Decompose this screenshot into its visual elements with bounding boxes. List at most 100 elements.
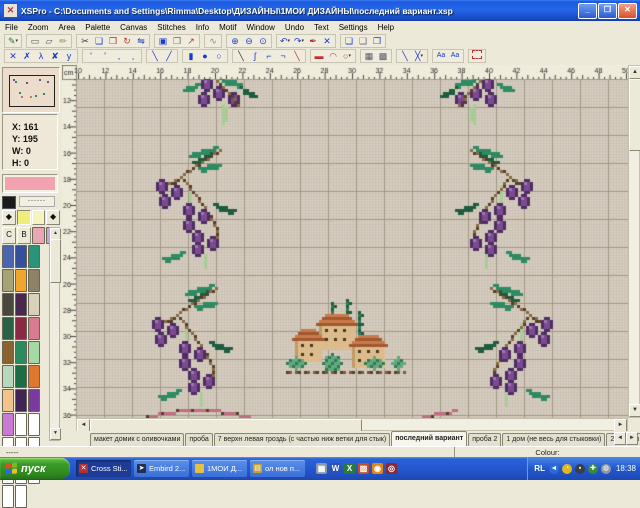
vertical-scrollbar[interactable]: ▲ ▼ — [628, 65, 640, 418]
current-color-swatch[interactable] — [5, 177, 55, 190]
pattern-motif-tool[interactable]: ▩ — [376, 50, 390, 62]
colour-mode-button[interactable]: C — [2, 227, 16, 244]
vertical-scroll-thumb[interactable] — [629, 79, 640, 151]
blend-diamond-1-button[interactable]: ◆ — [2, 210, 16, 225]
update-tray-icon[interactable]: ✚ — [588, 464, 598, 474]
pattern-tab-5[interactable]: 1 дом (не весь для стыковки) — [502, 433, 605, 446]
backstitch-right-tool[interactable]: ╱ — [162, 50, 176, 62]
blend-yellow-button[interactable] — [17, 210, 31, 225]
undo-tool[interactable]: ↶▾ — [278, 35, 292, 47]
blend-mode-button[interactable]: B — [17, 227, 31, 244]
export-page-tool[interactable]: ❐ — [370, 35, 384, 47]
palette-swatch-7[interactable] — [15, 293, 27, 316]
palette-swatch-9[interactable] — [2, 317, 14, 340]
palette-swatch-10[interactable] — [15, 317, 27, 340]
palette-swatch-17[interactable] — [28, 365, 40, 388]
quarter-br-tool[interactable]: ‚ — [126, 50, 140, 62]
close-button[interactable]: ✕ — [618, 3, 637, 19]
app-tray-icon[interactable]: ▪ — [575, 464, 585, 474]
bead-line-tool[interactable]: ▬ — [312, 50, 326, 62]
zoom-in-tool[interactable]: ⊕ — [228, 35, 242, 47]
menu-area[interactable]: Area — [53, 23, 80, 32]
palette-swatch-6[interactable] — [2, 293, 14, 316]
copy-page-tool[interactable]: ❏ — [342, 35, 356, 47]
navigator-preview[interactable] — [2, 67, 60, 113]
menu-text[interactable]: Text — [309, 23, 334, 32]
minimize-button[interactable]: _ — [578, 3, 597, 19]
volume-tray-icon[interactable]: ◍ — [601, 464, 611, 474]
palette-scroll-down-button[interactable]: ▼ — [50, 428, 61, 440]
excel-icon[interactable]: X — [344, 463, 355, 474]
copy-motif-tool[interactable]: ❏ — [92, 35, 106, 47]
backstitch-left-tool[interactable]: ╲ — [148, 50, 162, 62]
taskbar-task-1[interactable]: ➤Embird 2... — [134, 460, 189, 477]
menu-undo[interactable]: Undo — [280, 23, 309, 32]
palette-swatch-31[interactable] — [15, 485, 27, 508]
blend-pale-button[interactable] — [32, 210, 46, 225]
bead-arc-tool[interactable]: ◠ — [326, 50, 340, 62]
knot-bar-tool[interactable]: ▮ — [184, 50, 198, 62]
palette-swatch-8[interactable] — [28, 293, 40, 316]
image-app-icon[interactable]: ▨ — [358, 463, 369, 474]
pattern-fill-tool[interactable]: ▦ — [362, 50, 376, 62]
menu-help[interactable]: Help — [373, 23, 399, 32]
palette-swatch-30[interactable] — [2, 485, 14, 508]
menu-zoom[interactable]: Zoom — [23, 23, 53, 32]
bead-circle-tool[interactable]: ○▾ — [340, 50, 354, 62]
palette-swatch-14[interactable] — [28, 341, 40, 364]
half-stitch-left-tool[interactable]: λ — [34, 50, 48, 62]
palette-swatch-3[interactable] — [2, 269, 14, 292]
palette-swatch-15[interactable] — [2, 365, 14, 388]
quarter-tl-tool[interactable]: ' — [84, 50, 98, 62]
word-icon[interactable]: W — [330, 463, 341, 474]
pencil-tool[interactable]: ✎▾ — [6, 35, 20, 47]
frame-tool[interactable]: ▣ — [156, 35, 170, 47]
palette-swatch-11[interactable] — [28, 317, 40, 340]
scroll-down-button[interactable]: ▼ — [629, 404, 640, 417]
palette-scrollbar[interactable]: ▲ ▼ — [49, 227, 60, 441]
special-stitch-1-tool[interactable]: ╲ — [234, 50, 248, 62]
knot-filled-tool[interactable]: ● — [198, 50, 212, 62]
knot-open-tool[interactable]: ○ — [212, 50, 226, 62]
palette-header-swatch-0[interactable] — [32, 227, 45, 244]
redo-tool[interactable]: ↷▾ — [292, 35, 306, 47]
start-button[interactable]: пуск — [0, 458, 70, 479]
three-quarter-stitch-tool[interactable]: ✗ — [20, 50, 34, 62]
menu-settings[interactable]: Settings — [334, 23, 373, 32]
design-canvas[interactable] — [62, 65, 628, 418]
menu-info[interactable]: Info — [191, 23, 214, 32]
palette-swatch-19[interactable] — [15, 389, 27, 412]
quarter-tr-tool[interactable]: ’ — [98, 50, 112, 62]
pattern-tab-4[interactable]: проба 2 — [468, 433, 501, 446]
half-stitch-right-tool[interactable]: ✘ — [48, 50, 62, 62]
tab-scroll-left-button[interactable]: ◄ — [614, 432, 626, 445]
maximize-button[interactable]: ❐ — [598, 3, 617, 19]
zoom-out-tool[interactable]: ⊖ — [242, 35, 256, 47]
navigator-view-frame[interactable] — [9, 75, 55, 107]
select-poly-tool[interactable]: ▱ — [42, 35, 56, 47]
thread-tool[interactable]: ∿ — [206, 35, 220, 47]
special-stitch-4-tool[interactable]: ¬ — [276, 50, 290, 62]
pointer-tool[interactable]: ↗ — [184, 35, 198, 47]
taskbar-task-0[interactable]: ✕Cross Sti... — [76, 460, 131, 477]
select-rect-tool[interactable]: ▭ — [28, 35, 42, 47]
taskbar-task-3[interactable]: ▤ол нов п... — [250, 460, 305, 477]
palette-scroll-thumb[interactable] — [50, 239, 61, 283]
palette-swatch-20[interactable] — [28, 389, 40, 412]
blend-diamond-2-button[interactable]: ◆ — [46, 210, 60, 225]
text-upper-tool[interactable]: Aa — [434, 50, 448, 62]
monitor-icon[interactable]: ▦ — [316, 463, 327, 474]
horizontal-scrollbar[interactable]: ◄ ► — [76, 418, 628, 431]
stitch-color-preview[interactable] — [2, 196, 16, 209]
flip-tool[interactable]: ⇋ — [134, 35, 148, 47]
print-tool[interactable]: ❒ — [170, 35, 184, 47]
line-cross-tool[interactable]: ╳▾ — [412, 50, 426, 62]
pattern-tab-3[interactable]: последний вариант — [391, 431, 467, 446]
menu-stitches[interactable]: Stitches — [152, 23, 190, 32]
special-stitch-5-tool[interactable]: ╲ — [290, 50, 304, 62]
keyboard-layout-indicator[interactable]: RL — [534, 464, 545, 473]
palette-swatch-22[interactable] — [15, 413, 27, 436]
clock-tray-icon[interactable]: ◔ — [562, 464, 572, 474]
menu-canvas[interactable]: Canvas — [115, 23, 152, 32]
palette-swatch-12[interactable] — [2, 341, 14, 364]
